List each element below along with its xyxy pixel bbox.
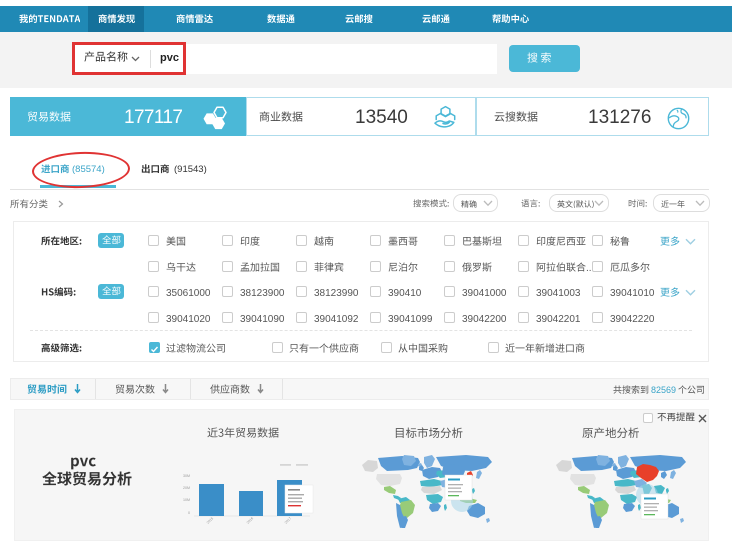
svg-text:20M: 20M	[183, 486, 190, 490]
svg-text:30M: 30M	[183, 474, 190, 478]
svg-text:0: 0	[188, 511, 190, 515]
svg-text:2016: 2016	[246, 516, 254, 524]
svg-text:2015: 2015	[206, 516, 214, 524]
svg-text:10M: 10M	[183, 498, 190, 502]
svg-text:2017: 2017	[284, 516, 292, 524]
